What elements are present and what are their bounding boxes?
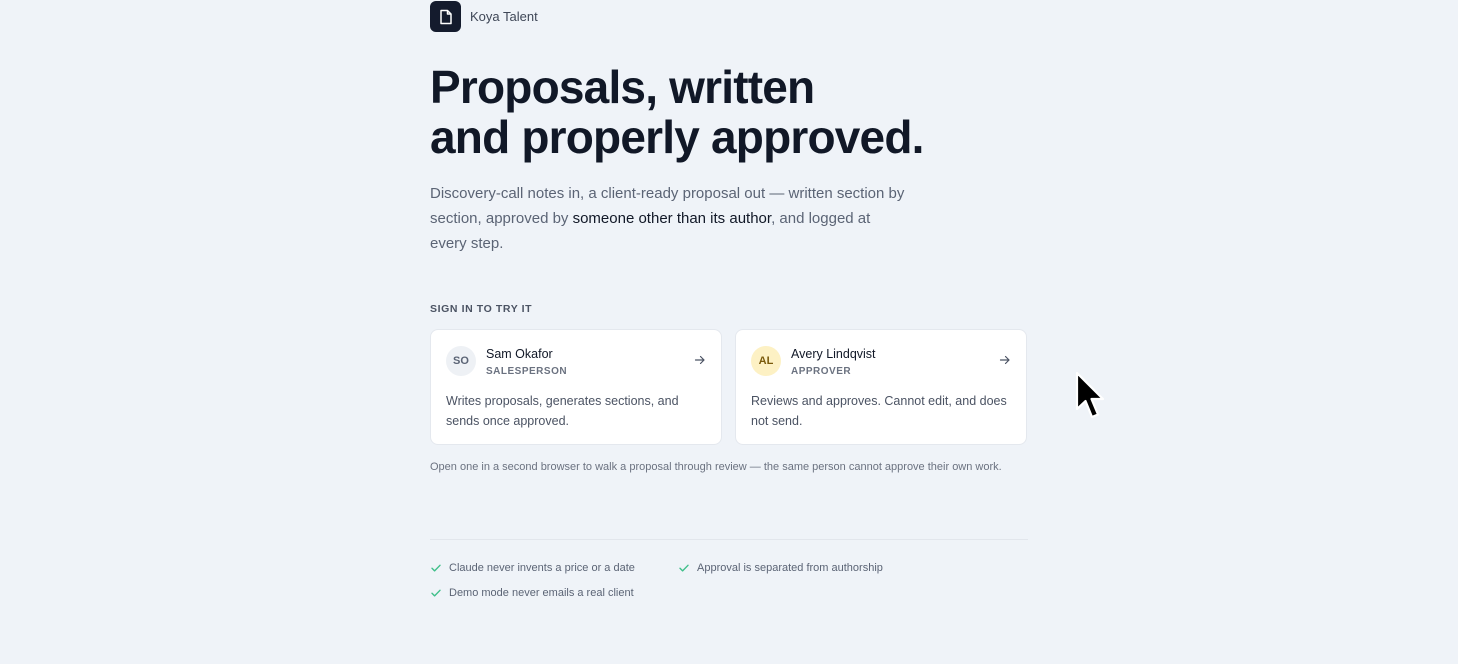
signin-cards: SO Sam Okafor SALESPERSON Writes proposa… xyxy=(430,329,1027,445)
user-role: APPROVER xyxy=(791,366,852,377)
title-line-1: Proposals, written xyxy=(430,61,815,113)
guarantee-text: Claude never invents a price or a date xyxy=(449,562,635,574)
lead-emphasis: someone other than its author xyxy=(572,210,772,227)
user-name: Sam Okafor xyxy=(486,347,553,361)
signin-card-approver[interactable]: AL Avery Lindqvist APPROVER Reviews and … xyxy=(735,329,1027,445)
check-icon xyxy=(431,589,441,597)
role-description: Reviews and approves. Cannot edit, and d… xyxy=(751,394,1007,428)
divider xyxy=(430,539,1028,540)
user-name: Avery Lindqvist xyxy=(791,347,876,361)
page-title: Proposals, written and properly approved… xyxy=(430,62,1050,162)
signin-card-salesperson[interactable]: SO Sam Okafor SALESPERSON Writes proposa… xyxy=(430,329,722,445)
title-line-2: and properly approved. xyxy=(430,111,924,163)
guarantee-item: Approval is separated from authorship xyxy=(678,562,883,574)
guarantee-item: Claude never invents a price or a date xyxy=(430,562,635,574)
user-role: SALESPERSON xyxy=(486,366,568,377)
role-description: Writes proposals, generates sections, an… xyxy=(446,394,679,428)
lead-paragraph: Discovery-call notes in, a client-ready … xyxy=(430,181,910,256)
guarantee-item: Demo mode never emails a real client xyxy=(430,587,634,599)
signin-label: SIGN IN TO TRY IT xyxy=(430,303,533,315)
arrow-right-icon xyxy=(694,355,705,365)
signin-note: Open one in a second browser to walk a p… xyxy=(430,461,1002,473)
landing-page: Koya Talent Proposals, written and prope… xyxy=(0,0,1458,664)
brand-name: Koya Talent xyxy=(470,9,538,24)
guarantee-text: Approval is separated from authorship xyxy=(697,562,883,574)
mouse-pointer-icon xyxy=(1075,371,1105,419)
check-icon xyxy=(679,564,689,572)
guarantee-text: Demo mode never emails a real client xyxy=(449,587,634,599)
arrow-right-icon xyxy=(999,355,1010,365)
avatar: SO xyxy=(446,346,476,376)
document-icon xyxy=(430,1,461,32)
avatar: AL xyxy=(751,346,781,376)
check-icon xyxy=(431,564,441,572)
brand[interactable]: Koya Talent xyxy=(430,1,538,32)
